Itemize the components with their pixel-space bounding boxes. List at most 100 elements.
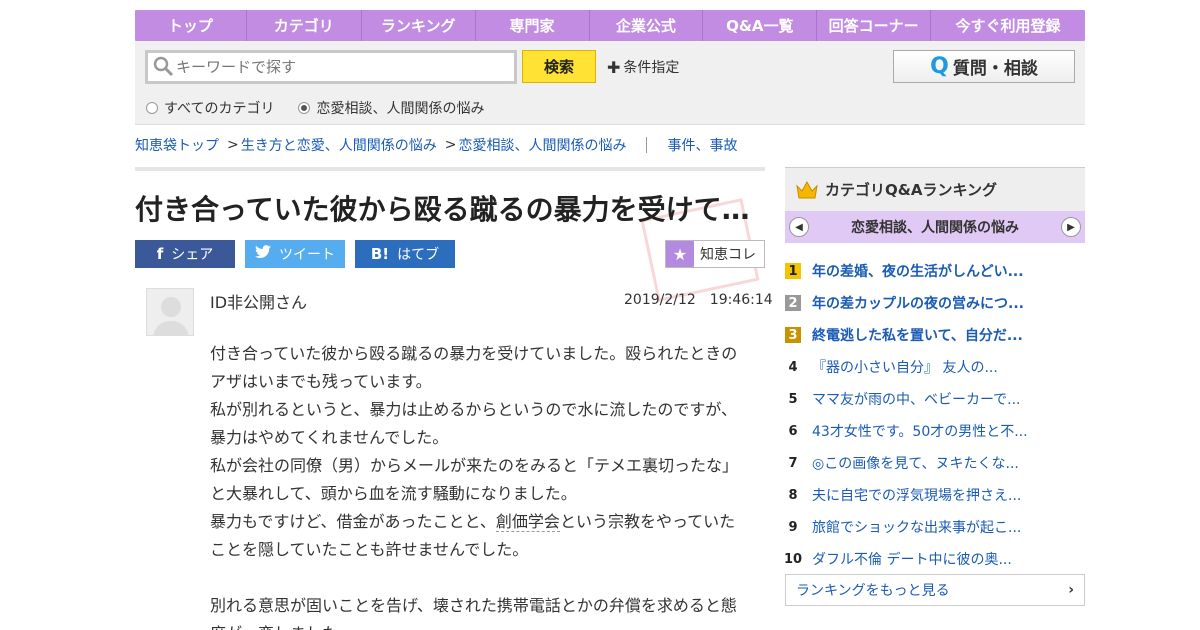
question-title: 付き合っていた彼から殴る蹴るの暴力を受けて… (135, 193, 750, 226)
nav-item-ranking[interactable]: ランキング (362, 10, 476, 41)
collect-label: 知恵コレ (700, 247, 756, 263)
keyword-link[interactable]: 創価学会 (495, 512, 560, 532)
search-panel: 検索 ✚ 条件指定 Q 質問・相談 すべてのカテゴリ 恋愛相談、人間関係の悩み (135, 41, 1085, 125)
body-line: 別れる意思が固いことを告げ、壊された携帯電話とかの弁償を求めると態 (210, 596, 737, 615)
body-line: ことを隠していたことも許せませんでした。 (210, 540, 529, 559)
conditions-link[interactable]: ✚ 条件指定 (607, 57, 679, 77)
more-ranking-label: ランキングをもっと見る (796, 583, 950, 599)
list-item: 6 43才女性です。50才の男性と不... (785, 415, 1085, 447)
list-item: 7 ◎この画像を見て、ヌキたくな... (785, 447, 1085, 479)
list-item: 1 年の差婚、夜の生活がしんどい... (785, 255, 1085, 287)
search-icon (152, 55, 176, 79)
nav-item-top[interactable]: トップ (135, 10, 247, 41)
question-body: 付き合っていた彼から殴る蹴るの暴力を受けていました。殴られたときの アザはいまで… (210, 340, 750, 630)
ranking-list: 1 年の差婚、夜の生活がしんどい... 2 年の差カップルの夜の営みにつ... 3終… (783, 255, 1085, 575)
ranking-link[interactable]: ◎この画像を見て、ヌキたくな... (812, 453, 1019, 473)
share-twitter-button[interactable]: ツイート (245, 240, 345, 268)
prev-arrow-icon[interactable]: ◀ (789, 217, 809, 237)
global-nav: トップ カテゴリ ランキング 専門家 企業公式 Q&A一覧 回答コーナー 今すぐ… (135, 10, 1085, 41)
list-item: 3 終電逃した私を置いて、自分だ... (785, 319, 1085, 351)
ask-question-label: 質問・相談 (952, 59, 1038, 79)
nav-item-official[interactable]: 企業公式 (590, 10, 704, 41)
breadcrumb-item-top[interactable]: 知恵袋トップ (135, 135, 219, 155)
rank-number: 2 (785, 295, 801, 311)
breadcrumb-item-category[interactable]: 恋愛相談、人間関係の悩み (458, 135, 626, 155)
ranking-header: カテゴリQ&Aランキング (785, 167, 1085, 211)
nav-item-qa-list[interactable]: Q&A一覧 (703, 10, 818, 41)
facebook-icon: f (156, 245, 164, 263)
twitter-icon (255, 245, 271, 263)
list-item: 2 年の差カップルの夜の営みにつ... (785, 287, 1085, 319)
ranking-title: カテゴリQ&Aランキング (825, 181, 997, 199)
breadcrumb-separator: > (227, 137, 239, 153)
more-ranking-button[interactable]: ランキングをもっと見る › (785, 574, 1085, 606)
list-item: 5 ママ友が雨の中、ベビーカーで... (785, 383, 1085, 415)
questioner-name: ID非公開さん (210, 293, 308, 312)
conditions-label: 条件指定 (623, 60, 680, 76)
next-arrow-icon[interactable]: ▶ (1061, 217, 1081, 237)
list-item: 10 ダフル不倫 デート中に彼の奥... (783, 543, 1085, 575)
nav-item-answer-corner[interactable]: 回答コーナー (817, 10, 932, 41)
ranking-link[interactable]: 43才女性です。50才の男性と不... (812, 421, 1028, 441)
breadcrumb-separator: > (444, 137, 457, 153)
post-date: 2019/2/12 19:46:14 (624, 292, 773, 308)
collect-button[interactable]: ★ 知恵コレ (665, 240, 765, 268)
ranking-link[interactable]: ダフル不倫 デート中に彼の奥... (812, 549, 1012, 569)
ranking-link[interactable]: 年の差カップルの夜の営みにつ... (812, 293, 1024, 313)
ranking-category-bar: ◀ 恋愛相談、人間関係の悩み ▶ (785, 211, 1085, 243)
share-facebook-label: シェア (171, 247, 214, 263)
list-item: 4 『器の小さい自分』 友人の... (785, 351, 1085, 383)
nav-item-category[interactable]: カテゴリ (247, 10, 362, 41)
body-line: 暴力はやめてくれませんでした。 (210, 428, 449, 447)
search-box[interactable] (145, 50, 517, 84)
rank-number: 4 (788, 359, 798, 375)
breadcrumb: 知恵袋トップ > 生き方と恋愛、人間関係の悩み > 恋愛相談、人間関係の悩み 事… (135, 135, 737, 155)
chevron-right-icon: › (1068, 582, 1074, 598)
rank-number: 8 (788, 487, 798, 503)
hatena-icon: B! (370, 245, 390, 263)
nav-item-experts[interactable]: 専門家 (476, 10, 590, 41)
radio-all-categories[interactable]: すべてのカテゴリ (146, 98, 274, 118)
radio-dot[interactable] (146, 102, 158, 114)
ranking-link[interactable]: 終電逃した私を置いて、自分だ... (812, 325, 1023, 345)
share-facebook-button[interactable]: f シェア (135, 240, 235, 268)
rank-number: 7 (788, 455, 798, 471)
star-icon: ★ (666, 241, 694, 267)
body-line: 度が一変しました。 (210, 620, 750, 630)
ask-question-button[interactable]: Q 質問・相談 (893, 50, 1075, 83)
ranking-link[interactable]: 『器の小さい自分』 友人の... (812, 357, 998, 377)
ranking-link[interactable]: ママ友が雨の中、ベビーカーで... (812, 389, 1021, 409)
content-divider (135, 167, 765, 171)
breadcrumb-item-life[interactable]: 生き方と恋愛、人間関係の悩み (241, 135, 437, 155)
radio-all-label: すべてのカテゴリ (164, 101, 275, 117)
related-category-link[interactable]: 事件、事故 (667, 135, 737, 155)
breadcrumb-divider (646, 137, 648, 153)
ranking-category-label: 恋愛相談、人間関係の悩み (851, 220, 1019, 236)
body-line: 私が会社の同僚（男）からメールが来たのをみると「テメエ裏切ったな」 (210, 456, 739, 475)
plus-icon: ✚ (607, 57, 621, 77)
share-twitter-label: ツイート (279, 247, 335, 263)
rank-number: 10 (783, 551, 803, 567)
crown-icon (795, 180, 819, 200)
share-hatena-label: はてブ (397, 247, 440, 263)
body-text: という宗教をやっていた (559, 512, 736, 531)
page: トップ カテゴリ ランキング 専門家 企業公式 Q&A一覧 回答コーナー 今すぐ… (0, 0, 1200, 630)
ranking-link[interactable]: 年の差婚、夜の生活がしんどい... (812, 261, 1024, 281)
radio-dot-selected[interactable] (298, 102, 311, 114)
body-line: 私が別れるというと、暴力は止めるからというので水に流したのですが、 (210, 400, 738, 419)
ranking-sidebar: カテゴリQ&Aランキング ◀ 恋愛相談、人間関係の悩み ▶ 1 年の差婚、夜の生活… (783, 167, 1085, 575)
rank-number: 3 (785, 327, 801, 343)
share-hatena-button[interactable]: B! はてブ (355, 240, 455, 268)
search-button[interactable]: 検索 (522, 50, 596, 83)
radio-this-category[interactable]: 恋愛相談、人間関係の悩み (298, 98, 484, 118)
question-q-icon: Q (930, 54, 949, 79)
nav-item-register[interactable]: 今すぐ利用登録 (931, 10, 1085, 41)
rank-number: 1 (785, 263, 801, 279)
ranking-link[interactable]: 夫に自宅での浮気現場を押さえ... (812, 485, 1021, 505)
search-input[interactable] (176, 58, 496, 76)
rank-number: 5 (788, 391, 798, 407)
ranking-link[interactable]: 旅館でショックな出来事が起こ... (812, 517, 1021, 537)
body-line: 付き合っていた彼から殴る蹴るの暴力を受けていました。殴られたときの (210, 344, 738, 363)
radio-category-label: 恋愛相談、人間関係の悩み (316, 101, 485, 117)
